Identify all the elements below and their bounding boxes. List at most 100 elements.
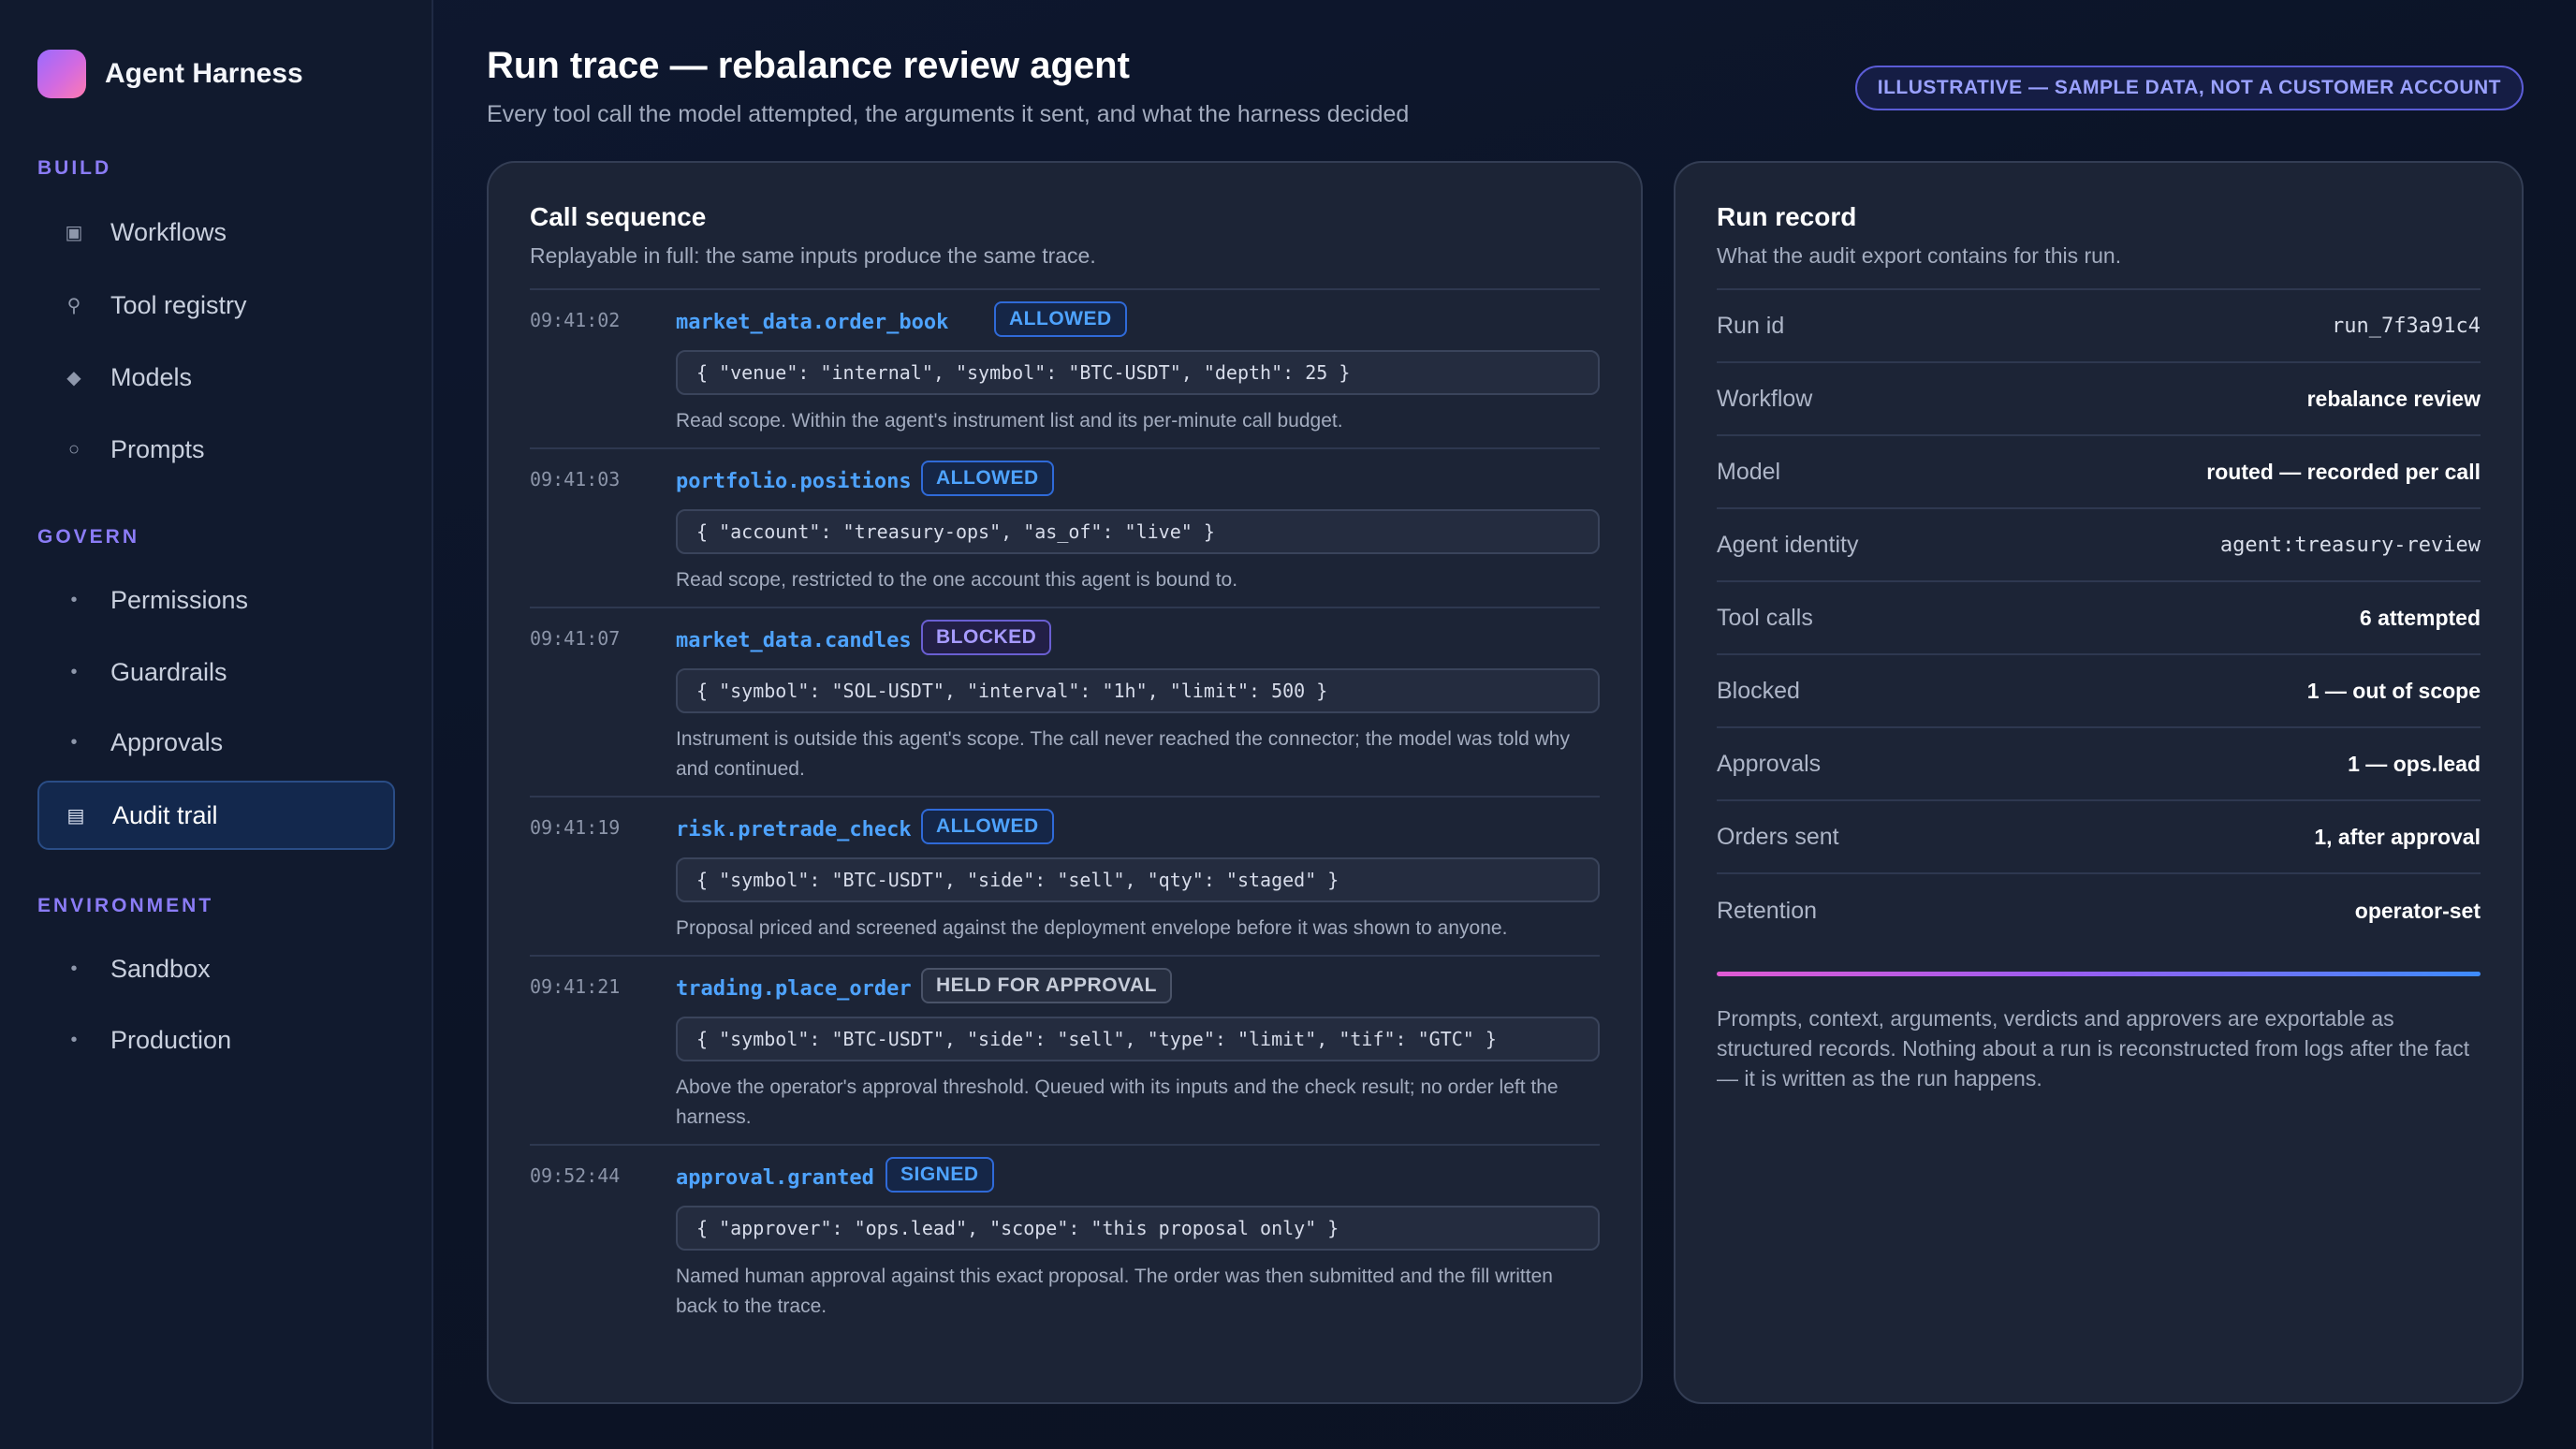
call-note: Instrument is outside this agent's scope… <box>676 728 1570 780</box>
panel-subtitle: Replayable in full: the same inputs prod… <box>530 243 1096 268</box>
record-row-tool-calls: Tool calls 6 attempted <box>1717 582 2481 655</box>
call-entry[interactable]: 09:41:02 market_data.order_book ALLOWED … <box>530 290 1600 449</box>
sidebar-item-guardrails[interactable]: • Guardrails <box>37 637 395 707</box>
record-value: rebalance review <box>2306 386 2481 411</box>
sidebar-item-label: Audit trail <box>112 800 218 829</box>
sidebar-item-models[interactable]: ◆ Models <box>37 343 395 412</box>
panel-subtitle: What the audit export contains for this … <box>1717 243 2122 268</box>
call-function[interactable]: risk.pretrade_check <box>676 818 912 842</box>
record-key: Model <box>1717 458 1781 485</box>
call-arguments: { "symbol": "BTC-USDT", "side": "sell", … <box>676 1017 1600 1061</box>
record-row-workflow: Workflow rebalance review <box>1717 363 2481 436</box>
dot-icon: • <box>70 731 78 753</box>
call-time: 09:41:19 <box>530 816 621 839</box>
call-arguments: { "symbol": "BTC-USDT", "side": "sell", … <box>676 857 1600 902</box>
call-entry[interactable]: 09:41:03 portfolio.positions ALLOWED { "… <box>530 449 1600 608</box>
call-note: Proposal priced and screened against the… <box>676 917 1508 939</box>
section-title-govern: GOVERN <box>37 526 140 548</box>
verdict-badge: ALLOWED <box>994 301 1127 337</box>
call-function[interactable]: trading.place_order <box>676 977 912 1001</box>
list-icon: ▤ <box>66 805 85 827</box>
record-value: routed — recorded per call <box>2206 459 2481 484</box>
call-function[interactable]: market_data.candles <box>676 629 912 652</box>
section-title-environment: ENVIRONMENT <box>37 895 214 916</box>
illustrative-badge: ILLUSTRATIVE — SAMPLE DATA, NOT A CUSTOM… <box>1854 66 2524 110</box>
call-note: Read scope, restricted to the one accoun… <box>676 569 1238 591</box>
sidebar-item-permissions[interactable]: • Permissions <box>37 565 395 635</box>
call-entry[interactable]: 09:52:44 approval.granted SIGNED { "appr… <box>530 1146 1600 1335</box>
record-key: Workflow <box>1717 385 1813 412</box>
run-record-panel: Run record What the audit export contain… <box>1674 161 2524 1404</box>
record-key: Agent identity <box>1717 531 1859 558</box>
call-time: 09:41:03 <box>530 468 621 490</box>
call-time: 09:41:02 <box>530 309 621 331</box>
brand-name: Agent Harness <box>105 58 303 89</box>
record-key: Retention <box>1717 897 1818 924</box>
gradient-divider <box>1717 972 2481 976</box>
dot-icon: • <box>70 661 78 682</box>
brand-logo <box>37 50 86 98</box>
record-value: 1, after approval <box>2314 824 2481 849</box>
sidebar-item-label: Approvals <box>110 727 224 756</box>
call-entry[interactable]: 09:41:07 market_data.candles BLOCKED { "… <box>530 608 1600 798</box>
sidebar-item-prompts[interactable]: ○ Prompts <box>37 415 395 484</box>
sidebar-item-approvals[interactable]: • Approvals <box>37 708 395 777</box>
call-note: Above the operator's approval threshold.… <box>676 1076 1559 1128</box>
sidebar-item-workflows[interactable]: ▣ Workflows <box>37 198 395 267</box>
record-key: Blocked <box>1717 677 1800 704</box>
call-function[interactable]: portfolio.positions <box>676 470 912 493</box>
call-function[interactable]: approval.granted <box>676 1166 874 1190</box>
record-row-model: Model routed — recorded per call <box>1717 436 2481 509</box>
diamond-icon: ◆ <box>66 367 81 388</box>
sidebar-item-sandbox[interactable]: • Sandbox <box>37 934 395 1003</box>
sidebar-item-audit-trail[interactable]: ▤ Audit trail <box>37 781 395 850</box>
panel-title: Run record <box>1717 202 1857 231</box>
sidebar-item-label: Production <box>110 1025 232 1054</box>
page-title: Run trace — rebalance review agent <box>487 45 1130 86</box>
dot-icon: • <box>70 1029 78 1050</box>
record-value: 6 attempted <box>2359 605 2481 630</box>
call-arguments: { "symbol": "SOL-USDT", "interval": "1h"… <box>676 668 1600 713</box>
key-icon: ⚲ <box>66 295 81 316</box>
call-sequence-panel: Call sequence Replayable in full: the sa… <box>487 161 1643 1404</box>
record-row-approvals: Approvals 1 — ops.lead <box>1717 728 2481 801</box>
brand[interactable]: Agent Harness <box>37 50 303 98</box>
sidebar-item-label: Models <box>110 362 193 391</box>
sidebar-item-label: Guardrails <box>110 657 227 686</box>
call-arguments: { "approver": "ops.lead", "scope": "this… <box>676 1206 1600 1251</box>
call-time: 09:41:21 <box>530 975 621 998</box>
verdict-badge: ALLOWED <box>921 809 1054 844</box>
call-time: 09:41:07 <box>530 627 621 650</box>
sidebar-item-tool-registry[interactable]: ⚲ Tool registry <box>37 271 395 340</box>
record-row-agent-identity: Agent identity agent:treasury-review <box>1717 509 2481 582</box>
sidebar-item-production[interactable]: • Production <box>37 1005 395 1075</box>
sidebar-item-label: Prompts <box>110 434 205 463</box>
circle-icon: ○ <box>67 438 80 460</box>
record-row-orders-sent: Orders sent 1, after approval <box>1717 801 2481 874</box>
dot-icon: • <box>70 589 78 610</box>
call-entry[interactable]: 09:41:19 risk.pretrade_check ALLOWED { "… <box>530 798 1600 957</box>
record-key: Tool calls <box>1717 604 1813 631</box>
page-subtitle: Every tool call the model attempted, the… <box>487 101 1410 127</box>
verdict-badge: BLOCKED <box>921 620 1052 655</box>
record-value: 1 — ops.lead <box>2348 751 2481 776</box>
record-row-blocked: Blocked 1 — out of scope <box>1717 655 2481 728</box>
square-dot-icon: ▣ <box>65 222 83 243</box>
call-arguments: { "account": "treasury-ops", "as_of": "l… <box>676 509 1600 554</box>
sidebar-item-label: Workflows <box>110 217 227 246</box>
record-footer-note: Prompts, context, arguments, verdicts an… <box>1717 1006 2470 1090</box>
call-arguments: { "venue": "internal", "symbol": "BTC-US… <box>676 350 1600 395</box>
verdict-badge: SIGNED <box>886 1157 994 1193</box>
dot-icon: • <box>70 958 78 979</box>
record-row-run-id: Run id run_7f3a91c4 <box>1717 290 2481 363</box>
call-function[interactable]: market_data.order_book <box>676 311 948 334</box>
sidebar-item-label: Sandbox <box>110 954 211 983</box>
panel-title: Call sequence <box>530 202 707 231</box>
record-row-retention: Retention operator-set <box>1717 874 2481 947</box>
call-entry[interactable]: 09:41:21 trading.place_order HELD FOR AP… <box>530 957 1600 1146</box>
verdict-badge: ALLOWED <box>921 461 1054 496</box>
verdict-badge: HELD FOR APPROVAL <box>921 968 1173 1003</box>
record-key: Run id <box>1717 312 1785 339</box>
sidebar: Agent Harness BUILD ▣ Workflows ⚲ Tool r… <box>0 0 433 1449</box>
sidebar-item-label: Tool registry <box>110 290 247 319</box>
